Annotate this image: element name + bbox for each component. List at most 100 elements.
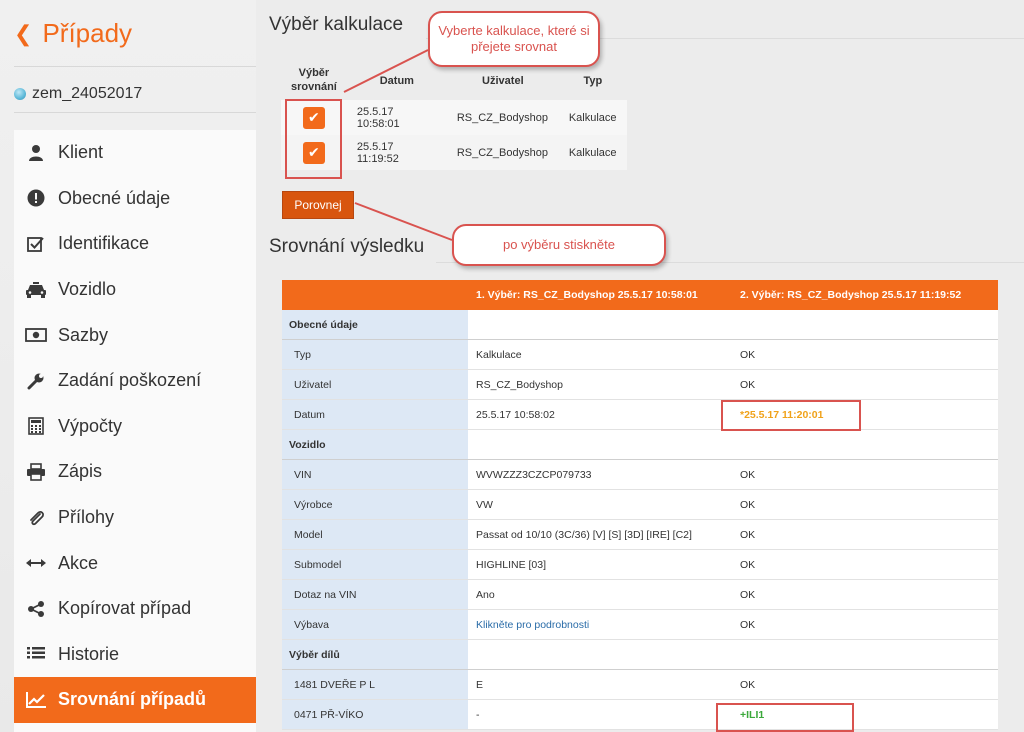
table-row: Dotaz na VIN Ano OK — [282, 580, 998, 610]
sidebar-item-label: Identifikace — [58, 233, 150, 254]
label-cell: Datum — [282, 400, 468, 429]
sidebar-item-label: Vozidlo — [58, 279, 117, 300]
sidebar-item-zadani-poskozeni[interactable]: Zadání poškození — [14, 358, 256, 404]
section-row: Obecné údaje — [282, 310, 998, 340]
sidebar-nav: Klient Obecné údaje Identifikace Vozidlo… — [14, 130, 256, 732]
label-cell: Model — [282, 520, 468, 549]
selection-2-cell: OK — [732, 490, 998, 519]
label-cell: 0471 PŘ-VÍKO — [282, 700, 468, 729]
table-row: Výrobce VW OK — [282, 490, 998, 520]
sidebar-item-label: Výpočty — [58, 415, 123, 436]
column-header: 2. Výběr: RS_CZ_Bodyshop 25.5.17 11:19:5… — [740, 289, 962, 301]
selection-2-cell: OK — [732, 670, 998, 699]
table-row: Datum 25.5.17 10:58:02 *25.5.17 11:20:01 — [282, 400, 998, 430]
printer-icon — [14, 463, 58, 481]
sidebar-item-label: Obecné údaje — [58, 187, 171, 208]
sidebar-item-historie[interactable]: Historie — [14, 632, 256, 678]
car-icon — [14, 281, 58, 298]
sidebar-item-vypocty[interactable]: Výpočty — [14, 404, 256, 450]
wrench-icon — [14, 372, 58, 390]
table-row: 1481 DVEŘE P L E OK — [282, 670, 998, 700]
table-row: Uživatel RS_CZ_Bodyshop OK — [282, 370, 998, 400]
calculator-icon — [14, 417, 58, 436]
section-row: Vozidlo — [282, 430, 998, 460]
arrows-icon — [14, 558, 58, 568]
case-id: zem_24052017 — [14, 85, 142, 103]
list-icon — [14, 646, 58, 662]
selection-2-cell: OK — [732, 610, 998, 639]
column-header — [282, 280, 468, 310]
label-cell: Výrobce — [282, 490, 468, 519]
sidebar-item-label: Přílohy — [58, 507, 115, 528]
case-id-label: zem_24052017 — [32, 85, 143, 102]
checkbox-icon — [14, 235, 58, 253]
table-row: Submodel HIGHLINE [03] OK — [282, 550, 998, 580]
sidebar-item-label: Historie — [58, 643, 120, 664]
highlight-box — [716, 703, 854, 732]
selection-2-cell — [732, 310, 998, 339]
sidebar: ❮ Případy zem_24052017 Klient Obecné úda… — [0, 0, 256, 732]
selection-1-cell — [468, 430, 732, 459]
sidebar-item-zapis[interactable]: Zápis — [14, 449, 256, 495]
user-icon — [14, 144, 58, 162]
selection-2-cell: OK — [732, 520, 998, 549]
label-cell: Výbava — [282, 610, 468, 639]
divider — [14, 112, 256, 113]
highlight-box — [721, 400, 861, 431]
selection-1-cell: 25.5.17 10:58:02 — [468, 400, 732, 429]
callout-press-after-selection: po výběru stiskněte — [452, 224, 666, 266]
sidebar-item-kopirovat-pripad[interactable]: Kopírovat případ — [14, 586, 256, 632]
section-row: Výběr dílů — [282, 640, 998, 670]
label-cell: Uživatel — [282, 370, 468, 399]
divider — [14, 66, 256, 67]
status-dot-icon — [14, 88, 26, 100]
selection-2-cell — [732, 430, 998, 459]
label-cell: Vozidlo — [282, 430, 468, 459]
sidebar-item-obecne-udaje[interactable]: Obecné údaje — [14, 176, 256, 222]
sidebar-item-label: Klient — [58, 142, 104, 163]
sidebar-item-srovnani-pripadu[interactable]: Srovnání případů — [14, 677, 256, 723]
sidebar-item-sazby[interactable]: Sazby — [14, 312, 256, 358]
back-to-cases-link[interactable]: ❮ Případy — [14, 18, 132, 49]
selection-1-cell — [468, 310, 732, 339]
sidebar-item-vozidlo[interactable]: Vozidlo — [14, 267, 256, 313]
selection-1-cell — [468, 640, 732, 669]
callout-select-calculations: Vyberte kalkulace, které si přejete srov… — [428, 11, 600, 67]
selection-2-cell — [732, 640, 998, 669]
comparison-table: 1. Výběr: RS_CZ_Bodyshop 25.5.17 10:58:0… — [282, 280, 998, 730]
chevron-left-icon: ❮ — [14, 20, 33, 46]
label-cell: Dotaz na VIN — [282, 580, 468, 609]
sidebar-item-prilohy[interactable]: Přílohy — [14, 495, 256, 541]
sidebar-item-klient[interactable]: Klient — [14, 130, 256, 176]
comparison-rows: Obecné údaje Typ Kalkulace OK Uživatel RS_CZ_… — [282, 310, 998, 730]
main-content: Výběr kalkulace Výběr srovnání Datum Uži… — [256, 0, 1024, 732]
money-icon — [14, 328, 58, 343]
selection-1-cell: RS_CZ_Bodyshop — [468, 370, 732, 399]
sidebar-item-akce[interactable]: Akce — [14, 540, 256, 586]
sidebar-item-label: Kopírovat případ — [58, 598, 192, 619]
selection-2-cell: OK — [732, 370, 998, 399]
label-cell: Obecné údaje — [282, 310, 468, 339]
sidebar-item-label: Zadání poškození — [58, 370, 202, 391]
selection-1-cell[interactable]: Klikněte pro podrobnosti — [468, 610, 732, 639]
selection-2-cell: OK — [732, 460, 998, 489]
label-cell: 1481 DVEŘE P L — [282, 670, 468, 699]
sidebar-item-identifikace[interactable]: Identifikace — [14, 221, 256, 267]
selection-1-cell: HIGHLINE [03] — [468, 550, 732, 579]
selection-1-cell: VW — [468, 490, 732, 519]
share-icon — [14, 600, 58, 618]
selection-1-cell: Kalkulace — [468, 340, 732, 369]
table-row: 0471 PŘ-VÍKO - +ILI1 — [282, 700, 998, 730]
sidebar-item-label: Zápis — [58, 461, 103, 482]
selection-2-cell: OK — [732, 550, 998, 579]
sidebar-item-label: Srovnání případů — [58, 689, 207, 710]
selection-2-cell: OK — [732, 340, 998, 369]
comparison-header: 1. Výběr: RS_CZ_Bodyshop 25.5.17 10:58:0… — [282, 280, 998, 310]
table-row: VIN WVWZZZ3CZCP079733 OK — [282, 460, 998, 490]
table-row: Výbava Klikněte pro podrobnosti OK — [282, 610, 998, 640]
back-label: Případy — [42, 18, 133, 48]
selection-1-cell: WVWZZZ3CZCP079733 — [468, 460, 732, 489]
label-cell: VIN — [282, 460, 468, 489]
selection-1-cell: - — [468, 700, 732, 729]
selection-1-cell: Passat od 10/10 (3C/36) [V] [S] [3D] [IR… — [468, 520, 732, 549]
